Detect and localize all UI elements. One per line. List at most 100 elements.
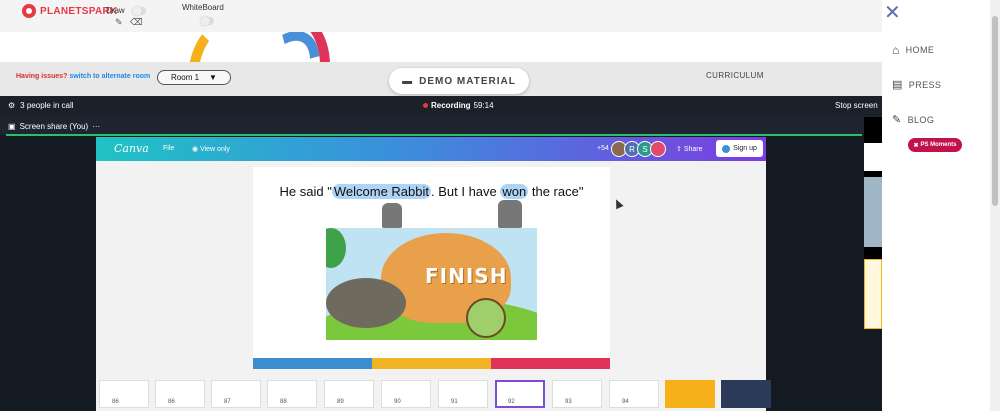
nav-item-home[interactable]: ⌂ HOME bbox=[892, 43, 934, 57]
thumbnail-number: 93 bbox=[565, 399, 572, 405]
slide-thumbnail[interactable] bbox=[324, 380, 374, 408]
eraser-icon[interactable]: ⌫ bbox=[130, 17, 143, 28]
eye-icon: ◉ bbox=[192, 146, 199, 153]
pencil-icon[interactable]: ✎ bbox=[115, 17, 123, 28]
canva-share-button[interactable]: ⇪ Share bbox=[676, 145, 703, 153]
share-label: Share bbox=[683, 146, 703, 153]
participant-tile[interactable] bbox=[864, 177, 882, 247]
draw-toggle[interactable] bbox=[132, 6, 146, 16]
bush-shape bbox=[326, 228, 346, 268]
slide-thumbnail[interactable] bbox=[438, 380, 488, 408]
slide-thumbnail[interactable] bbox=[609, 380, 659, 408]
whiteboard-toggle[interactable] bbox=[200, 16, 214, 26]
slide-sentence: He said " Welcome Rabbit. But I have won … bbox=[253, 184, 610, 199]
canva-c-icon bbox=[722, 144, 731, 153]
slide-thumbnail[interactable] bbox=[721, 380, 771, 408]
canva-logo[interactable]: Canva bbox=[114, 142, 149, 155]
alternate-room-link[interactable]: switch to alternate room bbox=[69, 73, 150, 80]
slide-bar-yellow bbox=[372, 358, 491, 369]
demo-material-label: DEMO MATERIAL bbox=[419, 75, 516, 87]
sentence-part: . But I have bbox=[431, 184, 501, 199]
close-circle-icon: ✖ bbox=[913, 142, 919, 149]
caret-down-icon: ▼ bbox=[209, 73, 217, 82]
canva-signup-button[interactable]: Sign up bbox=[716, 140, 763, 157]
recording-label: Recording bbox=[431, 101, 471, 110]
thumbnail-number: 89 bbox=[337, 399, 344, 405]
participants-count[interactable]: +54 bbox=[597, 145, 609, 152]
more-options-icon[interactable]: ··· bbox=[92, 122, 100, 131]
home-icon: ⌂ bbox=[892, 43, 900, 57]
monitor-icon: ▣ bbox=[8, 122, 16, 131]
turtle-figure bbox=[466, 298, 506, 338]
scrollbar-thumb[interactable] bbox=[992, 16, 998, 206]
screen-share-label: Screen share (You) bbox=[19, 122, 89, 131]
person-figure bbox=[382, 203, 402, 228]
slide-thumbnail[interactable] bbox=[552, 380, 602, 408]
whiteboard-label: WhiteBoard bbox=[182, 3, 224, 12]
slide-thumbnail[interactable] bbox=[99, 380, 149, 408]
nav-item-press[interactable]: ▤ PRESS bbox=[892, 78, 941, 91]
demo-material-button[interactable]: ▬ DEMO MATERIAL bbox=[389, 68, 529, 94]
thumbnail-number: 90 bbox=[394, 399, 401, 405]
highlight-welcome-rabbit: Welcome Rabbit bbox=[331, 184, 431, 199]
close-icon[interactable]: ✕ bbox=[884, 0, 901, 25]
nav-press-label: PRESS bbox=[908, 79, 942, 90]
upload-icon: ⇪ bbox=[676, 146, 682, 153]
right-nav-panel bbox=[882, 0, 1000, 411]
people-in-call[interactable]: ⚙ 3 people in call bbox=[8, 101, 74, 110]
gear-icon[interactable]: ⚙ bbox=[8, 101, 15, 110]
ps-moments-label: PS Moments bbox=[920, 142, 957, 148]
planetspark-logo[interactable]: PLANETSPARK bbox=[22, 4, 118, 18]
nav-item-blog[interactable]: ✎ BLOG bbox=[892, 113, 934, 126]
sentence-part: the race" bbox=[528, 184, 584, 199]
thumbnail-number: 86 bbox=[112, 399, 119, 405]
share-tab-underline bbox=[6, 134, 862, 136]
view-only-label: View only bbox=[200, 146, 230, 153]
canva-file-menu[interactable]: File bbox=[163, 145, 174, 152]
sentence-part: He said " bbox=[279, 184, 332, 199]
participant-tile[interactable] bbox=[864, 143, 882, 171]
signup-label: Sign up bbox=[733, 145, 757, 152]
slide-thumbnail[interactable] bbox=[155, 380, 205, 408]
highlight-won: won bbox=[500, 184, 529, 199]
avatar[interactable] bbox=[650, 141, 666, 157]
recording-indicator: Recording 59:14 bbox=[423, 101, 494, 110]
room-value: Room 1 bbox=[171, 73, 200, 82]
stop-screen-button[interactable]: Stop screen bbox=[835, 101, 878, 110]
folder-icon: ▬ bbox=[402, 75, 414, 87]
finish-sign: FINISH bbox=[425, 264, 508, 288]
nav-home-label: HOME bbox=[905, 45, 935, 55]
people-count-label: 3 people in call bbox=[20, 101, 74, 110]
recording-time: 59:14 bbox=[473, 101, 494, 110]
person-figure bbox=[498, 200, 522, 228]
issue-text: Having issues? switch to alternate room bbox=[16, 73, 150, 80]
curriculum-tab[interactable]: CURRICULUM bbox=[706, 71, 764, 80]
slide-thumbnail[interactable] bbox=[267, 380, 317, 408]
slide-thumbnail[interactable] bbox=[665, 380, 715, 408]
slide-thumbnail[interactable] bbox=[381, 380, 431, 408]
slide-bar-blue bbox=[253, 358, 372, 369]
canva-view-only[interactable]: ◉ View only bbox=[192, 145, 230, 153]
slide-bar-red bbox=[491, 358, 610, 369]
app-root: PLANETSPARK Draw ✎ ⌫ WhiteBoard ✕ ⌂ HOME… bbox=[0, 0, 1000, 411]
screen-share-tab[interactable]: ▣ Screen share (You) ··· bbox=[8, 122, 100, 131]
thumbnail-number: 94 bbox=[622, 399, 629, 405]
slide-thumbnail[interactable] bbox=[211, 380, 261, 408]
nav-blog-label: BLOG bbox=[907, 114, 935, 125]
issue-prefix: Having issues? bbox=[16, 73, 68, 80]
participant-strip bbox=[864, 117, 882, 329]
thumbnail-number: 87 bbox=[224, 399, 231, 405]
share-tab-bar bbox=[0, 116, 882, 135]
draw-label: Draw bbox=[106, 6, 125, 15]
recording-dot-icon bbox=[423, 103, 428, 108]
logo-mark-icon bbox=[22, 4, 36, 18]
thumbnail-number: 91 bbox=[451, 399, 458, 405]
rock-shape bbox=[326, 278, 406, 328]
room-select[interactable]: Room 1 ▼ bbox=[157, 70, 231, 85]
blog-icon: ✎ bbox=[892, 114, 902, 126]
ps-moments-button[interactable]: ✖ PS Moments bbox=[908, 138, 962, 152]
press-icon: ▤ bbox=[892, 79, 903, 91]
slide-thumbnail-selected[interactable] bbox=[495, 380, 545, 408]
thumbnail-number: 88 bbox=[280, 399, 287, 405]
participant-tile[interactable] bbox=[864, 259, 882, 329]
